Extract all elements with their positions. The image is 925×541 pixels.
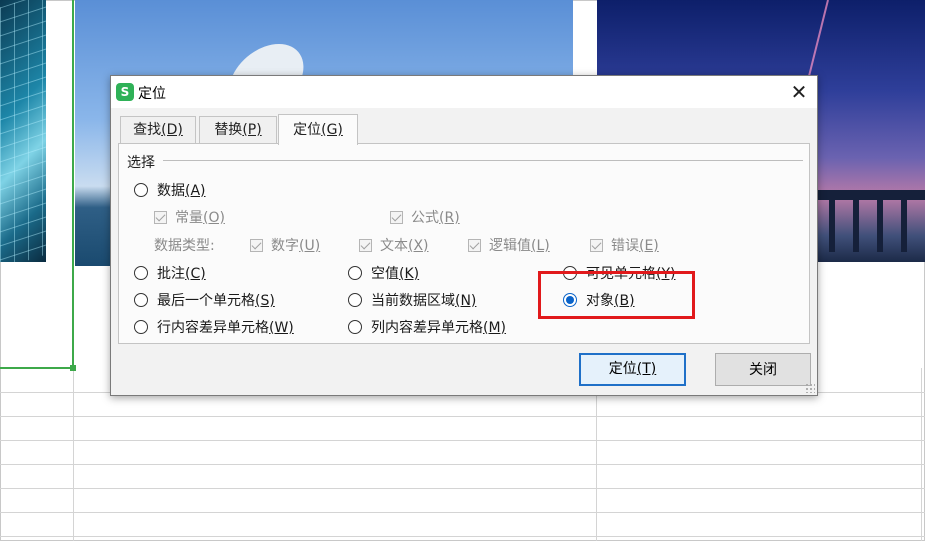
- checkbox-icon: [359, 239, 372, 252]
- selection-border: [72, 0, 74, 369]
- radio-circle-icon: [348, 266, 362, 280]
- tab-replace[interactable]: 替换(P): [199, 116, 277, 143]
- grid-col-line: [921, 368, 922, 541]
- grid-col-line: [73, 368, 74, 541]
- checkbox-icon: [390, 211, 403, 224]
- radio-row-diff[interactable]: 行内容差异单元格(W): [134, 317, 294, 337]
- dialog-title: 定位: [138, 86, 166, 102]
- data-type-label: 数据类型:: [154, 238, 215, 254]
- radio-current-region[interactable]: 当前数据区域(N): [348, 290, 476, 310]
- radio-circle-icon: [134, 320, 148, 334]
- grid-row-line: [0, 536, 925, 537]
- locate-button[interactable]: 定位(T): [579, 353, 686, 386]
- radio-last-cell[interactable]: 最后一个单元格(S): [134, 290, 275, 310]
- radio-circle-icon: [348, 293, 362, 307]
- checkbox-icon: [590, 239, 603, 252]
- checkbox-icon: [250, 239, 263, 252]
- section-divider: [163, 160, 803, 161]
- grid-row-line: [0, 440, 925, 441]
- checkbox-text: 文本(X): [359, 235, 429, 255]
- checkbox-icon: [468, 239, 481, 252]
- grid-row-line: [0, 464, 925, 465]
- radio-circle-icon: [134, 266, 148, 280]
- grid-row-line: [0, 488, 925, 489]
- tab-find[interactable]: 查找(D): [120, 116, 196, 143]
- section-title: 选择: [127, 155, 155, 171]
- radio-circle-icon: [134, 293, 148, 307]
- radio-circle-icon: [134, 183, 148, 197]
- checkbox-logical: 逻辑值(L): [468, 235, 550, 255]
- radio-comment[interactable]: 批注(C): [134, 263, 206, 283]
- radio-col-diff[interactable]: 列内容差异单元格(M): [348, 317, 506, 337]
- goto-dialog: S 定位 ✕ 查找(D) 替换(P) 定位(G) 选择 数据(A) 常量(O) …: [110, 75, 818, 396]
- selection-handle[interactable]: [70, 365, 76, 371]
- app-logo-icon: S: [116, 83, 134, 101]
- tab-goto[interactable]: 定位(G): [278, 114, 358, 145]
- goto-panel: 选择 数据(A) 常量(O) 公式(R) 数据类型: 数字(U) 文本(X) 逻…: [118, 143, 810, 344]
- radio-blank[interactable]: 空值(K): [348, 263, 419, 283]
- selection-border: [0, 367, 74, 369]
- resize-grip-icon[interactable]: [805, 383, 815, 393]
- checkbox-icon: [154, 211, 167, 224]
- grid-row-line: [0, 416, 925, 417]
- close-icon[interactable]: ✕: [787, 80, 811, 104]
- annotation-highlight-box: [538, 271, 695, 319]
- checkbox-number: 数字(U): [250, 235, 320, 255]
- close-button[interactable]: 关闭: [715, 353, 811, 386]
- embedded-image-tech[interactable]: [0, 0, 46, 262]
- checkbox-error: 错误(E): [590, 235, 659, 255]
- radio-circle-icon: [348, 320, 362, 334]
- grid-row-line: [0, 512, 925, 513]
- radio-data[interactable]: 数据(A): [134, 180, 206, 200]
- dialog-titlebar[interactable]: S 定位 ✕: [111, 76, 817, 108]
- checkbox-formula: 公式(R): [390, 207, 460, 227]
- checkbox-constant: 常量(O): [154, 207, 225, 227]
